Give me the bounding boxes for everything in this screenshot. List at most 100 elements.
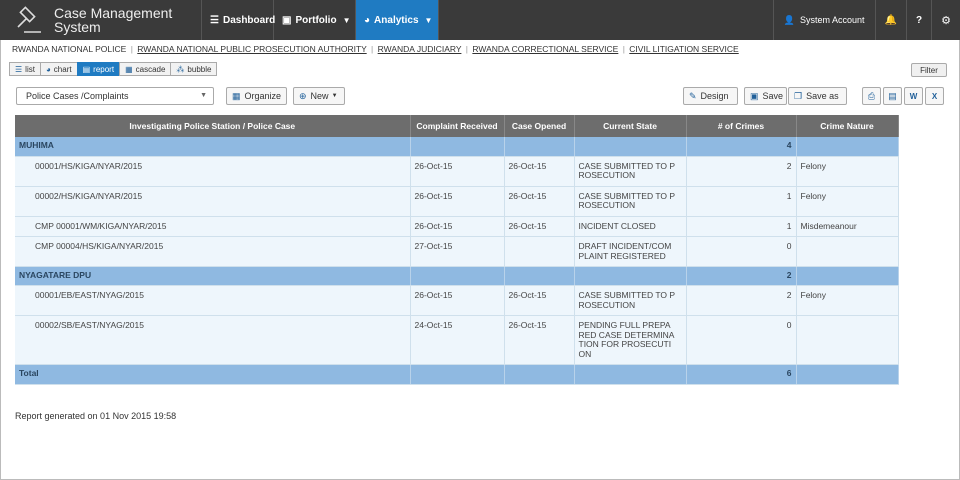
export-word-button[interactable]: W (904, 87, 923, 105)
export-pdf-button[interactable]: ▤ (883, 87, 902, 105)
org-link-prosecution[interactable]: RWANDA NATIONAL PUBLIC PROSECUTION AUTHO… (137, 44, 366, 54)
total-label: Total (15, 364, 411, 385)
crime-nature: Felony (796, 156, 899, 187)
settings-button[interactable]: ⚙ (931, 0, 960, 40)
complaint-received: 26-Oct-15 (410, 156, 505, 187)
view-cascade-button[interactable]: ▦ cascade (119, 62, 172, 76)
column-header[interactable]: Case Opened (504, 115, 575, 137)
crime-count: 1 (686, 186, 797, 217)
case-opened (504, 236, 575, 267)
design-label: Design (700, 91, 729, 101)
crime-count: 0 (686, 236, 797, 267)
notifications-button[interactable]: 🔔 (874, 0, 906, 40)
crime-nature: Felony (796, 186, 899, 217)
group-row[interactable]: NYAGATARE DPU 2 (15, 266, 899, 286)
group-row[interactable]: MUHIMA 4 (15, 137, 899, 157)
gear-icon: ⚙ (941, 14, 951, 27)
pdf-icon: ▤ (888, 90, 897, 101)
table-row[interactable]: 00002/SB/EAST/NYAG/2015 24-Oct-15 26-Oct… (15, 315, 899, 365)
org-link-judiciary[interactable]: RWANDA JUDICIARY (378, 44, 462, 54)
account-menu[interactable]: 👤 System Account (772, 0, 875, 40)
bell-icon: 🔔 (884, 14, 898, 26)
table-row[interactable]: 00002/HS/KIGA/NYAR/2015 26-Oct-15 26-Oct… (15, 186, 899, 217)
case-id: 00001/EB/EAST/NYAG/2015 (15, 285, 411, 316)
caret-down-icon: ▼ (424, 15, 433, 25)
organize-button[interactable]: ▦ Organize (226, 87, 287, 105)
table-icon: ▦ (125, 64, 133, 74)
group-crime-count: 4 (686, 137, 797, 157)
design-button[interactable]: ✎ Design (683, 87, 738, 105)
total-row: Total 6 (15, 364, 899, 385)
save-as-label: Save as (806, 91, 839, 101)
gavel-logo-icon (17, 6, 41, 33)
caret-down-icon: ▼ (331, 93, 338, 99)
complaint-received: 26-Oct-15 (410, 186, 505, 217)
view-cascade-label: cascade (135, 64, 166, 74)
view-list-label: list (25, 64, 35, 74)
current-state: INCIDENT CLOSED (574, 216, 687, 237)
word-icon: W (909, 91, 918, 101)
report-table: Investigating Police Station / Police Ca… (15, 115, 899, 385)
new-button[interactable]: ⊕ New ▼ (293, 87, 345, 105)
account-name: System Account (800, 15, 865, 25)
nav-portfolio-label: Portfolio (295, 14, 337, 26)
column-header[interactable]: Crime Nature (796, 115, 899, 137)
complaint-received: 27-Oct-15 (410, 236, 505, 267)
view-chart-button[interactable]: ◕ chart (39, 62, 78, 76)
table-row[interactable]: CMP 00001/WM/KIGA/NYAR/2015 26-Oct-15 26… (15, 216, 899, 237)
total-crime-count: 6 (686, 364, 797, 385)
help-button[interactable]: ? (906, 0, 931, 40)
case-id: 00001/HS/KIGA/NYAR/2015 (15, 156, 411, 187)
column-header[interactable]: Complaint Received (410, 115, 505, 137)
nav-dashboard[interactable]: ☰ Dashboard (202, 0, 276, 40)
grid-icon: ▦ (232, 90, 241, 101)
crime-count: 0 (686, 315, 797, 365)
org-link-police[interactable]: RWANDA NATIONAL POLICE (12, 44, 126, 54)
caret-down-icon: ▼ (342, 15, 351, 25)
print-button[interactable]: ⎙ (862, 87, 881, 105)
column-header[interactable]: # of Crimes (686, 115, 797, 137)
group-name: MUHIMA (15, 137, 411, 157)
complaint-received: 26-Oct-15 (410, 285, 505, 316)
question-icon: ? (916, 14, 923, 26)
nav-portfolio[interactable]: ▣ Portfolio ▼ (274, 0, 356, 40)
column-header[interactable]: Investigating Police Station / Police Ca… (15, 115, 411, 137)
table-row[interactable]: 00001/HS/KIGA/NYAR/2015 26-Oct-15 26-Oct… (15, 156, 899, 187)
view-chart-label: chart (53, 64, 72, 74)
complaint-received: 26-Oct-15 (410, 216, 505, 237)
filter-button[interactable]: Filter (911, 63, 947, 77)
chevron-down-icon: ▼ (200, 92, 207, 99)
pie-chart-icon: ◕ (364, 14, 371, 26)
current-state: CASE SUBMITTED TO P ROSECUTION (574, 186, 687, 217)
report-selector[interactable]: Police Cases /Complaints ▼ (16, 87, 214, 105)
menu-icon: ☰ (210, 14, 219, 26)
crime-count: 2 (686, 156, 797, 187)
case-opened: 26-Oct-15 (504, 285, 575, 316)
new-label: New (310, 91, 329, 101)
list-icon: ☰ (15, 64, 23, 74)
nav-dashboard-label: Dashboard (222, 14, 276, 26)
org-link-civil-litigation[interactable]: CIVIL LITIGATION SERVICE (629, 44, 738, 54)
table-row[interactable]: 00001/EB/EAST/NYAG/2015 26-Oct-15 26-Oct… (15, 285, 899, 316)
app-title: Case Management System (54, 5, 173, 35)
group-crime-count: 2 (686, 266, 797, 286)
org-link-correctional[interactable]: RWANDA CORRECTIONAL SERVICE (472, 44, 618, 54)
organization-links: RWANDA NATIONAL POLICE | RWANDA NATIONAL… (12, 44, 739, 54)
current-state: CASE SUBMITTED TO P ROSECUTION (574, 156, 687, 187)
copy-icon: ❐ (794, 90, 803, 101)
view-report-button[interactable]: ▤ report (76, 62, 121, 76)
column-header[interactable]: Current State (574, 115, 687, 137)
view-list-button[interactable]: ☰ list (9, 62, 41, 76)
save-button[interactable]: ▣ Save (744, 87, 787, 105)
nav-analytics[interactable]: ◕ Analytics ▼ (356, 0, 439, 40)
view-bubble-button[interactable]: ⁂ bubble (170, 62, 218, 76)
report-selector-value: Police Cases /Complaints (26, 91, 129, 101)
excel-icon: X (931, 91, 938, 101)
table-row[interactable]: CMP 00004/HS/KIGA/NYAR/2015 27-Oct-15 DR… (15, 236, 899, 267)
brand[interactable]: Case Management System (0, 0, 202, 40)
save-as-button[interactable]: ❐ Save as (788, 87, 847, 105)
export-excel-button[interactable]: X (925, 87, 944, 105)
report-icon: ▤ (82, 64, 91, 74)
current-state: CASE SUBMITTED TO P ROSECUTION (574, 285, 687, 316)
bubble-icon: ⁂ (176, 64, 185, 74)
